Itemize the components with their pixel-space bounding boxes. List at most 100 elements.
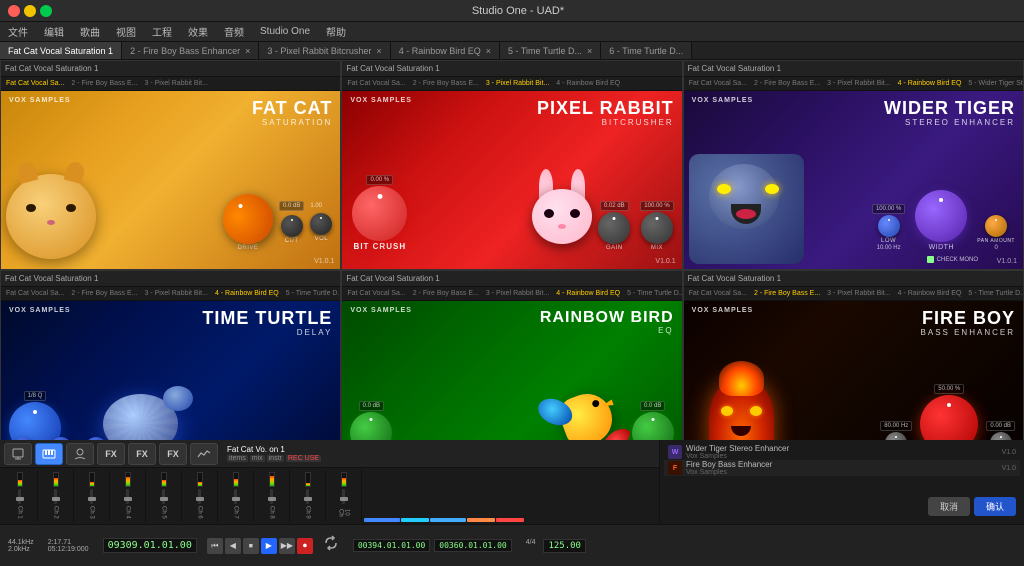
tt-time-knob[interactable] xyxy=(9,402,61,440)
tt-lowcut-knob[interactable] xyxy=(13,437,35,440)
fb-tab-1[interactable]: Fat Cat Vocal Sa... xyxy=(687,290,749,297)
fb-gain-knob[interactable] xyxy=(990,432,1012,440)
tt-mix-knob[interactable] xyxy=(85,437,107,440)
record-button[interactable]: ⏺ xyxy=(297,538,313,554)
menu-studio-one[interactable]: Studio One xyxy=(256,26,314,37)
confirm-button[interactable]: 确认 xyxy=(974,497,1016,516)
fader-thumb-5[interactable] xyxy=(160,497,168,501)
cancel-button[interactable]: 取消 xyxy=(928,497,970,516)
plugin-list-item-2[interactable]: F Fire Boy Bass Enhancer Vox Samples V1.… xyxy=(664,460,1020,476)
pr-mix-knob[interactable] xyxy=(641,212,673,244)
close-button[interactable] xyxy=(8,5,20,17)
fb-tab-4[interactable]: 4 - Rainbow Bird EQ xyxy=(896,290,964,297)
menu-song[interactable]: 歌曲 xyxy=(76,24,104,39)
wt-pan-knob[interactable] xyxy=(985,215,1007,237)
fat-cat-tab-3[interactable]: 3 - Pixel Rabbit Bit... xyxy=(143,80,210,87)
wt-low-knob[interactable] xyxy=(878,215,900,237)
fat-cat-cut-knob[interactable] xyxy=(281,215,303,237)
menu-audio[interactable]: 音频 xyxy=(220,24,248,39)
fader-1[interactable] xyxy=(18,489,21,503)
rb-tab-5[interactable]: 5 - Time Turtle D... xyxy=(625,290,682,297)
stop-button[interactable]: ⏹ xyxy=(243,538,259,554)
tab-wider-tiger[interactable]: 6 - Time Turtle D... xyxy=(601,42,692,60)
tt-tab-5[interactable]: 5 - Time Turtle D... xyxy=(284,290,341,297)
tab-fire-boy[interactable]: 2 - Fire Boy Bass Enhancer × xyxy=(122,42,259,60)
fb-freq-knob[interactable] xyxy=(885,432,907,440)
rb-tab-2[interactable]: 2 - Fire Boy Bass E... xyxy=(411,290,481,297)
fader-thumb-10[interactable] xyxy=(340,497,348,501)
check-mono-checkbox[interactable] xyxy=(927,256,934,263)
fb-intensity-knob[interactable] xyxy=(920,395,978,440)
fader-thumb-2[interactable] xyxy=(52,497,60,501)
tab-fx-2[interactable]: FX xyxy=(128,443,156,465)
fader-thumb-9[interactable] xyxy=(304,497,312,501)
tt-tab-3[interactable]: 3 - Pixel Rabbit Bit... xyxy=(143,290,210,297)
fader-thumb-1[interactable] xyxy=(16,497,24,501)
tab-pixel-rabbit[interactable]: 3 - Pixel Rabbit Bitcrusher × xyxy=(259,42,390,60)
fader-10[interactable] xyxy=(342,489,345,503)
tab-eq-icon[interactable] xyxy=(190,443,218,465)
fb-tab-5[interactable]: 5 - Time Turtle D... xyxy=(966,290,1023,297)
tab-time-turtle[interactable]: 5 - Time Turtle D... × xyxy=(500,42,601,60)
tab-user-icon[interactable] xyxy=(66,443,94,465)
fader-6[interactable] xyxy=(198,489,201,503)
fader-8[interactable] xyxy=(270,489,273,503)
check-mono-control[interactable]: CHECK MONO xyxy=(927,256,978,263)
fader-thumb-3[interactable] xyxy=(88,497,96,501)
fat-cat-tab-2[interactable]: 2 - Fire Boy Bass E... xyxy=(69,80,139,87)
wt-tab-5[interactable]: 5 - Wider Tiger Ste... xyxy=(966,80,1023,87)
wt-tab-4[interactable]: 4 - Rainbow Bird EQ xyxy=(896,80,964,87)
fader-2[interactable] xyxy=(54,489,57,503)
minimize-button[interactable] xyxy=(24,5,36,17)
maximize-button[interactable] xyxy=(40,5,52,17)
fb-tab-3[interactable]: 3 - Pixel Rabbit Bit... xyxy=(825,290,892,297)
fader-9[interactable] xyxy=(306,489,309,503)
tt-tab-4[interactable]: 4 - Rainbow Bird EQ xyxy=(213,290,281,297)
fader-5[interactable] xyxy=(162,489,165,503)
fader-7[interactable] xyxy=(234,489,237,503)
fader-thumb-4[interactable] xyxy=(124,497,132,501)
rb-tab-1[interactable]: Fat Cat Vocal Sa... xyxy=(345,290,407,297)
tt-highcut-knob[interactable] xyxy=(50,437,72,440)
tab-fat-cat[interactable]: Fat Cat Vocal Saturation 1 xyxy=(0,42,122,60)
pr-tab-4[interactable]: 4 - Rainbow Bird EQ xyxy=(554,80,622,87)
wt-tab-2[interactable]: 2 - Fire Boy Bass E... xyxy=(752,80,822,87)
rewind-button[interactable]: ⏮ xyxy=(207,538,223,554)
menu-file[interactable]: 文件 xyxy=(4,24,32,39)
rb-high-knob[interactable] xyxy=(632,412,674,440)
tab-fx-1[interactable]: FX xyxy=(97,443,125,465)
tab-piano-icon[interactable] xyxy=(35,443,63,465)
rb-tab-4[interactable]: 4 - Rainbow Bird EQ xyxy=(554,290,622,297)
menu-edit[interactable]: 编辑 xyxy=(40,24,68,39)
menu-project[interactable]: 工程 xyxy=(148,24,176,39)
pr-gain-knob[interactable] xyxy=(598,212,630,244)
tab-fx-3[interactable]: FX xyxy=(159,443,187,465)
play-button[interactable]: ▶ xyxy=(261,538,277,554)
pr-tab-1[interactable]: Fat Cat Vocal Sa... xyxy=(345,80,407,87)
tt-tab-1[interactable]: Fat Cat Vocal Sa... xyxy=(4,290,66,297)
menu-effects[interactable]: 效果 xyxy=(184,24,212,39)
fat-cat-vol-knob[interactable] xyxy=(310,213,332,235)
fader-3[interactable] xyxy=(90,489,93,503)
bit-crush-knob[interactable] xyxy=(352,186,407,241)
fader-thumb-7[interactable] xyxy=(232,497,240,501)
wt-tab-1[interactable]: Fat Cat Vocal Sa... xyxy=(687,80,749,87)
wt-tab-3[interactable]: 3 - Pixel Rabbit Bit... xyxy=(825,80,892,87)
rb-tab-3[interactable]: 3 - Pixel Rabbit Bit... xyxy=(484,290,551,297)
menu-view[interactable]: 视图 xyxy=(112,24,140,39)
fader-thumb-8[interactable] xyxy=(268,497,276,501)
fb-tab-2[interactable]: 2 - Fire Boy Bass E... xyxy=(752,290,822,297)
fader-4[interactable] xyxy=(126,489,129,503)
fat-cat-drive-knob[interactable] xyxy=(214,185,282,253)
next-button[interactable]: ▶▶ xyxy=(279,538,295,554)
tab-rainbow-bird[interactable]: 4 - Rainbow Bird EQ × xyxy=(391,42,500,60)
pr-tab-3[interactable]: 3 - Pixel Rabbit Bit... xyxy=(484,80,551,87)
fader-thumb-6[interactable] xyxy=(196,497,204,501)
tab-monitor-icon[interactable] xyxy=(4,443,32,465)
loop-button[interactable] xyxy=(323,535,339,556)
wt-width-knob[interactable] xyxy=(915,190,967,242)
rb-mid-knob[interactable] xyxy=(350,412,392,440)
plugin-list-item-1[interactable]: W Wider Tiger Stereo Enhancer Vox Sample… xyxy=(664,444,1020,460)
prev-button[interactable]: ◀ xyxy=(225,538,241,554)
pr-tab-2[interactable]: 2 - Fire Boy Bass E... xyxy=(411,80,481,87)
